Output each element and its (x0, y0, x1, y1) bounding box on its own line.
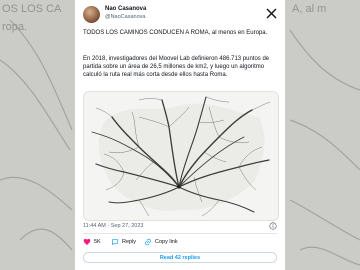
tweet-timestamp[interactable]: 11:44 AM · Sep 27, 2023 (83, 223, 143, 229)
heart-icon (83, 238, 91, 245)
reply-button[interactable]: Reply (111, 238, 136, 246)
tweet-text-paragraph-1: TODOS LOS CAMINOS CONDUCEN A ROMA, al me… (83, 30, 268, 36)
read-replies-button[interactable]: Read 42 replies (83, 252, 277, 263)
reply-icon (112, 239, 118, 245)
avatar[interactable] (83, 6, 100, 23)
svg-text:A, al m: A, al m (292, 3, 326, 15)
tweet-header: Nao Casanova @NaoCasanova (83, 5, 279, 25)
tweet-card: Nao Casanova @NaoCasanova TODOS LOS CAMI… (75, 0, 285, 270)
reply-label: Reply (122, 239, 137, 245)
tweet-text-paragraph-2: En 2018, investigadores del Moovel Lab d… (83, 56, 270, 78)
divider (83, 233, 277, 234)
x-logo-icon[interactable] (266, 8, 277, 19)
tweet-media-map[interactable] (83, 91, 279, 221)
author-handle[interactable]: @NaoCasanova (105, 14, 145, 20)
link-icon (145, 238, 151, 246)
svg-text:OS LOS CA: OS LOS CA (2, 3, 62, 15)
svg-text:ropa.: ropa. (2, 21, 27, 33)
info-icon[interactable] (269, 222, 277, 230)
like-count: 5K (94, 239, 101, 245)
author-name[interactable]: Nao Casanova (105, 6, 146, 12)
like-button[interactable]: 5K (83, 238, 101, 246)
europe-roads-to-rome-map (84, 92, 278, 220)
copy-link-button[interactable]: Copy link (144, 238, 178, 246)
copy-link-label: Copy link (155, 239, 178, 245)
